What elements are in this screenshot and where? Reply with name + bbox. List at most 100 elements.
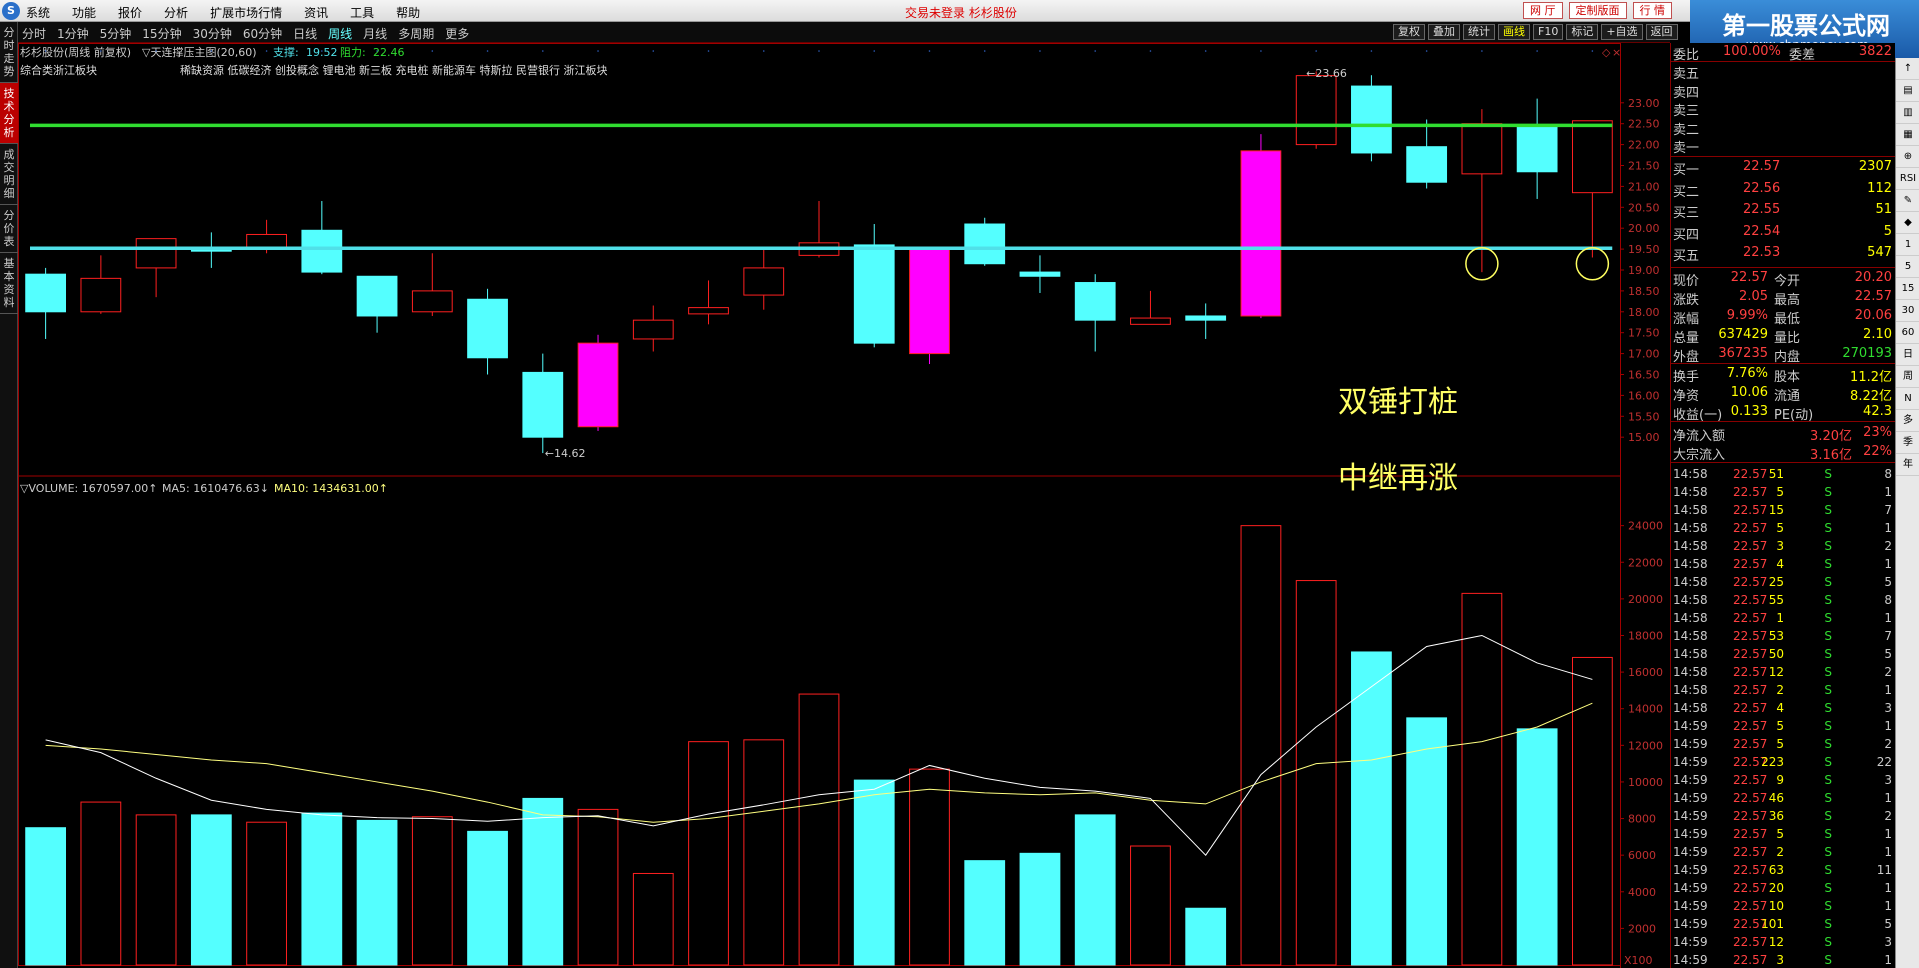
chart-tool-button[interactable]: 统计 [1463,24,1495,40]
candle-body[interactable] [577,342,619,428]
period-60-icon[interactable]: 60 [1896,322,1919,344]
candle-body[interactable] [1406,146,1448,183]
indicator-name[interactable]: ▽天连撑压主图(20,60) [142,45,257,59]
candle-body[interactable] [467,298,508,359]
volume-bar[interactable] [1406,717,1448,966]
period-tab[interactable]: 30分钟 [193,25,232,42]
chart-tool-button[interactable]: +自选 [1601,24,1643,40]
volume-bar[interactable] [964,860,1006,966]
volume-bar[interactable] [577,808,619,966]
volume-bar[interactable] [632,872,674,966]
candle-body[interactable] [356,275,398,317]
volume-bar[interactable] [246,821,287,966]
volume-bar[interactable] [301,812,343,966]
candle-body[interactable] [25,273,67,313]
volume-bar[interactable] [798,693,840,966]
tick-row[interactable]: 14:58 22.57 25 S 5 [1671,573,1896,591]
volume-bar[interactable] [688,741,729,966]
tick-row[interactable]: 14:59 22.57 9 S 3 [1671,771,1896,789]
tick-row[interactable]: 14:59 22.57 20 S 1 [1671,879,1896,897]
candle-body[interactable] [1130,317,1171,325]
candle-body[interactable] [1074,282,1116,321]
tick-row[interactable]: 14:59 22.57 223 S 22 [1671,753,1896,771]
close-icon[interactable]: × [1612,46,1621,59]
rsi-icon[interactable]: RSI [1896,168,1919,190]
multi-icon[interactable]: 多 [1896,410,1919,432]
volume-bar[interactable] [411,816,453,966]
period-15-icon[interactable]: 15 [1896,278,1919,300]
tick-row[interactable]: 14:59 22.57 5 S 2 [1671,735,1896,753]
volume-bar[interactable] [1074,814,1116,966]
tick-row[interactable]: 14:58 22.57 3 S 2 [1671,537,1896,555]
chart-area[interactable]: 23.00 22.50 22.00 21.50 21.00 20.50 20.00 19.50… [18,43,1670,968]
volume-bar[interactable] [25,827,67,966]
candle-body[interactable] [522,371,564,438]
period-tab[interactable]: 60分钟 [243,25,282,42]
volume-bar[interactable] [1516,728,1558,966]
candle-body[interactable] [1185,315,1227,321]
candle-body[interactable] [1019,271,1061,277]
volume-bar[interactable] [1461,592,1503,966]
left-tab[interactable]: 分价表 [0,205,18,253]
volume-bar[interactable] [1185,907,1227,966]
diamond-icon[interactable]: ◇ [1602,46,1611,59]
tick-row[interactable]: 14:58 22.57 12 S 2 [1671,663,1896,681]
candle-body[interactable] [1351,85,1392,154]
menu-item[interactable]: 帮助 [396,4,420,21]
candle-body[interactable] [1461,123,1503,175]
chart-tool-button[interactable]: F10 [1533,24,1564,40]
tick-row[interactable]: 14:59 22.57 12 S 3 [1671,933,1896,951]
period-tab[interactable]: 月线 [363,25,387,42]
table-icon[interactable]: ▦ [1896,124,1919,146]
volume-bar[interactable] [190,814,232,966]
volume-bar[interactable] [467,830,508,966]
candle-body[interactable] [301,229,343,273]
period-tab[interactable]: 多周期 [398,25,434,42]
tick-row[interactable]: 14:59 22.57 63 S 11 [1671,861,1896,879]
tick-row[interactable]: 14:58 22.57 5 S 1 [1671,519,1896,537]
candle-body[interactable] [1571,120,1613,194]
menu-item[interactable]: 功能 [72,4,96,21]
volume-bar[interactable] [1240,525,1282,966]
menu-item[interactable]: 报价 [118,4,142,21]
candle-body[interactable] [743,267,785,296]
volume-bar[interactable] [1351,651,1392,966]
candle-body[interactable] [135,238,177,269]
volume-bar[interactable] [356,819,398,966]
candle-body[interactable] [909,246,950,355]
candle-body[interactable] [411,290,453,313]
left-tab[interactable]: 技术分析 [0,83,18,144]
tick-row[interactable]: 14:58 22.57 55 S 8 [1671,591,1896,609]
tick-row[interactable]: 14:58 22.57 5 S 1 [1671,483,1896,501]
period-tab[interactable]: 5分钟 [100,25,132,42]
tick-row[interactable]: 14:58 22.57 53 S 7 [1671,627,1896,645]
volume-bar[interactable] [522,797,564,966]
volume-bar[interactable] [909,768,950,966]
tick-row[interactable]: 14:59 22.57 10 S 1 [1671,897,1896,915]
tick-row[interactable]: 14:59 22.57 46 S 1 [1671,789,1896,807]
tick-row[interactable]: 14:59 22.57 5 S 1 [1671,825,1896,843]
period-tab[interactable]: 1分钟 [57,25,89,42]
menu-item[interactable]: 系统 [26,4,50,21]
left-tab[interactable]: 基本资料 [0,253,18,314]
candle-body[interactable] [1516,125,1558,173]
period-30-icon[interactable]: 30 [1896,300,1919,322]
volume-bar[interactable] [135,814,177,966]
candle-body[interactable] [688,307,729,315]
tick-list[interactable]: 14:58 22.57 51 S 8 14:58 22.57 5 S 1 14:58 22.57 15 S… [1671,465,1896,968]
quarter-icon[interactable]: 季 [1896,432,1919,454]
chart-tool-button[interactable]: 标记 [1566,24,1599,40]
tick-row[interactable]: 14:59 22.57 36 S 2 [1671,807,1896,825]
volume-bar[interactable] [1130,845,1171,966]
period-1-icon[interactable]: 1 [1896,234,1919,256]
volume-bar[interactable] [1295,580,1337,966]
volume-bar[interactable] [743,739,785,966]
year-icon[interactable]: 年 [1896,454,1919,476]
volume-bar[interactable] [80,801,122,966]
left-tab[interactable]: 成交明细 [0,144,18,205]
volume-bar[interactable] [1019,852,1061,966]
period-tab[interactable]: 更多 [445,25,469,42]
candle-body[interactable] [632,319,674,340]
tick-row[interactable]: 14:58 22.57 4 S 1 [1671,555,1896,573]
top-button[interactable]: 网 厅 [1523,2,1563,19]
